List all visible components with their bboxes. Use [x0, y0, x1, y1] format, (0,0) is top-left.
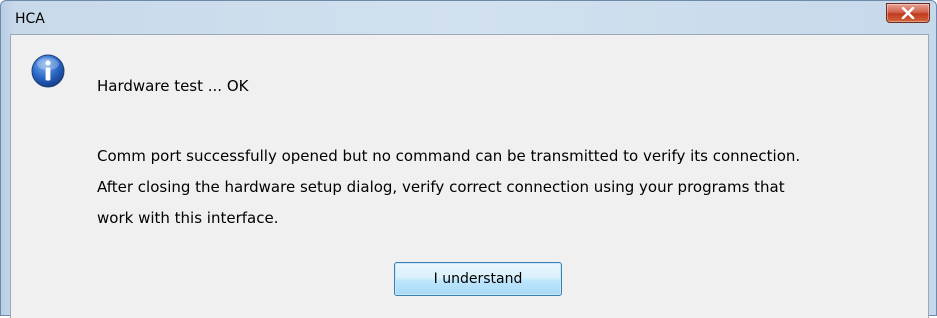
message-body: Comm port successfully opened but no com… [97, 141, 917, 234]
window-title: HCA [15, 11, 45, 27]
close-icon [901, 7, 915, 19]
dialog-window: HCA Hardware test ... OK Comm port succe [0, 0, 937, 318]
message-line: After closing the hardware setup dialog,… [97, 178, 785, 196]
dialog-content: Hardware test ... OK Comm port successfu… [10, 34, 929, 318]
message-line: Comm port successfully opened but no com… [97, 147, 801, 165]
close-button[interactable] [886, 3, 930, 23]
message-headline: Hardware test ... OK [97, 77, 249, 95]
title-bar[interactable]: HCA [1, 1, 936, 31]
message-line: work with this interface. [97, 209, 279, 227]
i-understand-button[interactable]: I understand [394, 262, 562, 296]
info-icon [31, 54, 65, 88]
